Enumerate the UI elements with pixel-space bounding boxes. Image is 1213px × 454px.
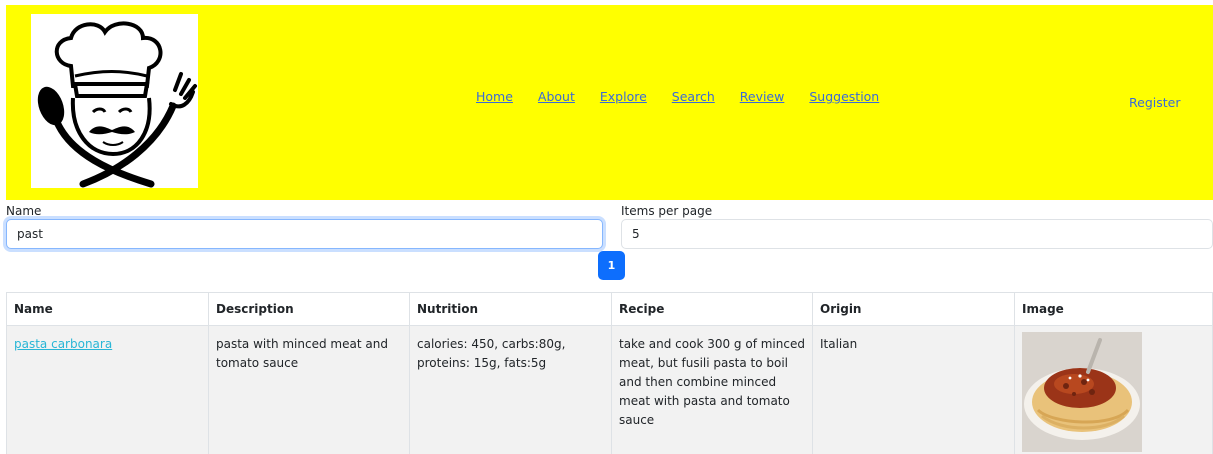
nav-about-link[interactable]: About bbox=[538, 89, 575, 104]
column-header-origin: Origin bbox=[812, 292, 1015, 326]
chef-logo-icon[interactable] bbox=[31, 14, 198, 188]
items-per-page-input[interactable] bbox=[621, 219, 1213, 249]
column-header-recipe: Recipe bbox=[611, 292, 813, 326]
recipes-table: Name Description Nutrition Recipe Origin… bbox=[6, 292, 1213, 454]
cell-recipe: take and cook 300 g of minced meat, but … bbox=[611, 325, 813, 454]
register-link[interactable]: Register bbox=[1129, 95, 1180, 110]
cell-description: pasta with minced meat and tomato sauce bbox=[208, 325, 410, 454]
nav-home-link[interactable]: Home bbox=[476, 89, 513, 104]
nav-suggestion-link[interactable]: Suggestion bbox=[809, 89, 879, 104]
name-search-input[interactable] bbox=[6, 219, 603, 249]
nav-review-link[interactable]: Review bbox=[740, 89, 785, 104]
cell-origin: Italian bbox=[812, 325, 1015, 454]
site-header: Home About Explore Search Review Suggest… bbox=[6, 5, 1213, 200]
nav-search-link[interactable]: Search bbox=[672, 89, 715, 104]
page: Home About Explore Search Review Suggest… bbox=[0, 0, 1213, 454]
column-header-description: Description bbox=[208, 292, 410, 326]
name-label: Name bbox=[6, 204, 42, 218]
column-header-nutrition: Nutrition bbox=[409, 292, 612, 326]
column-header-image: Image bbox=[1014, 292, 1213, 326]
table-header-row: Name Description Nutrition Recipe Origin… bbox=[6, 292, 1213, 326]
nav-explore-link[interactable]: Explore bbox=[600, 89, 647, 104]
items-per-page-label: Items per page bbox=[621, 204, 713, 218]
table-row: pasta carbonara pasta with minced meat a… bbox=[6, 325, 1213, 454]
pagination-page-button[interactable]: 1 bbox=[598, 251, 625, 280]
cell-image bbox=[1014, 325, 1213, 454]
cell-nutrition: calories: 450, carbs:80g, proteins: 15g,… bbox=[409, 325, 612, 454]
recipe-name-link[interactable]: pasta carbonara bbox=[14, 337, 112, 351]
pasta-dish-image bbox=[1022, 332, 1142, 452]
cell-name: pasta carbonara bbox=[6, 325, 209, 454]
column-header-name: Name bbox=[6, 292, 209, 326]
main-nav: Home About Explore Search Review Suggest… bbox=[476, 89, 904, 104]
